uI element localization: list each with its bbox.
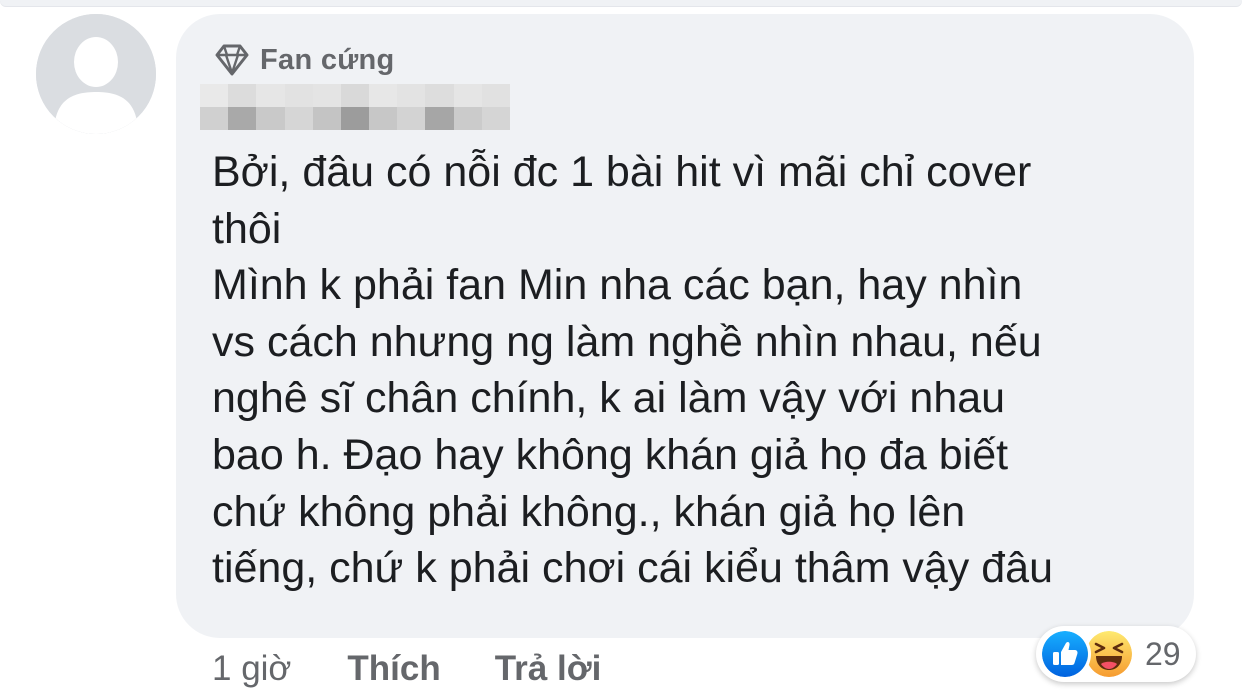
pixelated-tile	[312, 84, 341, 107]
pixelated-tile	[256, 107, 285, 130]
comment-line: tiếng, chứ k phải chơi cái kiểu thâm vậy…	[212, 544, 1053, 593]
comment-line: nghê sĩ chân chính, k ai làm vậy với nha…	[212, 374, 1006, 423]
diamond-icon	[215, 44, 249, 76]
pixelated-tile	[200, 107, 229, 130]
default-profile-icon	[36, 14, 156, 134]
previous-comment-edge	[0, 0, 1242, 6]
avatar[interactable]	[36, 14, 156, 134]
comment-line: chứ không phải không., khán giả họ lên	[212, 487, 966, 536]
pixelated-tile	[284, 84, 313, 107]
badge-label: Fan cứng	[260, 43, 395, 76]
comment-line: Mình k phải fan Min nha các bạn, hay nhì…	[212, 261, 1023, 310]
pixelated-tile	[397, 107, 426, 130]
pixelated-tile	[312, 107, 341, 130]
comment-text: Bởi, đâu có nỗi đc 1 bài hit vì mãi chỉ …	[212, 144, 1172, 597]
reaction-count: 29	[1145, 635, 1181, 672]
comment-line: vs cách nhưng ng làm nghề nhìn nhau, nếu	[212, 317, 1042, 366]
pixelated-tile	[369, 84, 398, 107]
pixelated-tile	[228, 107, 257, 130]
pixelated-tile	[369, 107, 398, 130]
pixelated-tile	[340, 107, 370, 130]
pixelated-tile	[284, 107, 313, 130]
pixelated-tile	[340, 84, 370, 107]
comment-timestamp[interactable]: 1 giờ	[212, 649, 291, 689]
pixelated-tile	[256, 84, 285, 107]
pixelated-tile	[425, 84, 454, 107]
reply-button[interactable]: Trả lời	[495, 649, 602, 689]
like-button[interactable]: Thích	[347, 649, 440, 689]
pixelated-tile	[425, 107, 454, 130]
pixelated-tile	[228, 84, 257, 107]
comment-actions: 1 giờ Thích Trả lời	[212, 646, 655, 692]
like-icon	[1039, 628, 1091, 680]
pixelated-tile	[397, 84, 426, 107]
pixelated-tile	[453, 84, 482, 107]
top-fan-badge[interactable]: Fan cứng	[214, 42, 395, 78]
reactions-summary[interactable]: 29	[1036, 626, 1196, 682]
pixelated-tile	[453, 107, 482, 130]
comment-line: bao h. Đạo hay không khán giả họ đa biết	[212, 430, 1009, 479]
pixelated-tile	[481, 107, 510, 130]
comment-line: thôi	[212, 204, 282, 253]
pixelated-tile	[481, 84, 510, 107]
blurred-author-name[interactable]	[200, 84, 510, 130]
comment-line: Bởi, đâu có nỗi đc 1 bài hit vì mãi chỉ …	[212, 148, 1032, 196]
pixelated-tile	[200, 84, 229, 107]
